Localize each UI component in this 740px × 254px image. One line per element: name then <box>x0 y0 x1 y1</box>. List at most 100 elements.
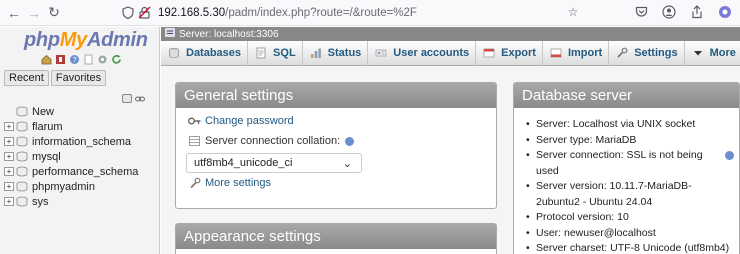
tab-label: Settings <box>634 47 678 59</box>
collapse-all-icon[interactable] <box>122 93 132 103</box>
bullet: • <box>526 118 530 130</box>
wrench-icon <box>188 177 201 189</box>
tree-item-label[interactable]: sys <box>32 196 49 208</box>
database-icon <box>16 151 28 162</box>
expand-icon[interactable]: + <box>4 167 14 176</box>
tree-item-label[interactable]: information_schema <box>32 136 131 148</box>
collation-label: Server connection collation: <box>205 135 341 147</box>
list-item: • Server connection: SSL is not being use… <box>526 148 734 179</box>
tree-item-database[interactable]: + sys <box>4 194 138 209</box>
database-icon <box>16 136 28 147</box>
bullet: • <box>526 149 530 161</box>
tree-item-label[interactable]: phpmyadmin <box>32 181 95 193</box>
user-accounts-icon <box>374 46 388 60</box>
tree-item-label[interactable]: performance_schema <box>32 166 138 178</box>
server-info-text: Server charset: UTF-8 Unicode (utf8mb4) <box>536 242 730 254</box>
favorites-tab[interactable]: Favorites <box>50 70 107 86</box>
bullet: • <box>526 226 530 239</box>
expand-icon[interactable]: + <box>4 197 14 206</box>
sql-docs-icon[interactable] <box>82 53 94 65</box>
logo-admin: Admin <box>86 29 148 51</box>
top-menu-tabs: Databases SQL Status User accounts Expor… <box>161 40 740 66</box>
sql-icon <box>254 46 268 60</box>
more-settings-link[interactable]: More settings <box>188 177 271 189</box>
forward-arrow-icon[interactable]: → <box>24 3 44 23</box>
reload-navigation-icon[interactable] <box>110 53 122 65</box>
home-icon[interactable] <box>40 53 52 65</box>
server-label[interactable]: Server: localhost:3306 <box>179 29 279 40</box>
tab-settings[interactable]: Settings <box>609 40 685 66</box>
reload-icon[interactable]: ↻ <box>44 3 64 23</box>
database-icon <box>16 121 28 132</box>
chevron-down-icon: ⌄ <box>342 158 352 170</box>
general-settings-panel: General settings Change password Server … <box>175 82 497 209</box>
expand-icon[interactable]: + <box>4 122 14 131</box>
shield-icon[interactable] <box>120 5 136 21</box>
url-path: /padm/index.php?route=/&route=%2F <box>225 6 417 19</box>
tab-label: SQL <box>273 47 296 59</box>
server-info-list: • Server: Localhost via UNIX socket • Serv… <box>526 117 734 254</box>
database-icon <box>16 181 28 192</box>
more-settings-label[interactable]: More settings <box>205 177 271 189</box>
logout-icon[interactable] <box>54 53 66 65</box>
bullet: • <box>526 133 530 146</box>
more-icon <box>691 46 705 60</box>
tree-item-label[interactable]: New <box>32 106 54 118</box>
tree-item-database[interactable]: + performance_schema <box>4 164 138 179</box>
tab-more[interactable]: More <box>685 41 740 66</box>
collation-value: utf8mb4_unicode_ci <box>194 157 293 169</box>
server-icon <box>165 28 175 40</box>
list-item: • Server type: MariaDB <box>526 133 734 149</box>
phpmyadmin-logo[interactable]: phpMyAdmin <box>24 29 148 52</box>
tab-import[interactable]: Import <box>543 40 610 66</box>
share-icon[interactable] <box>688 3 706 21</box>
tree-item-database[interactable]: + flarum <box>4 119 138 134</box>
tree-controls <box>122 91 145 105</box>
database-tree: New + flarum + information_schema + mysq… <box>4 104 138 209</box>
recent-tab[interactable]: Recent <box>4 70 49 86</box>
tab-user-accounts[interactable]: User accounts <box>368 40 477 66</box>
list-item: • Server: Localhost via UNIX socket <box>526 117 734 133</box>
bullet: • <box>526 211 530 223</box>
extension-icon[interactable] <box>716 3 734 21</box>
tree-item-database[interactable]: + phpmyadmin <box>4 179 138 194</box>
navigation-panel: phpMyAdmin ? Recent Favorites New + flar… <box>0 27 160 254</box>
quick-links: ? <box>40 53 122 65</box>
address-bar[interactable]: 192.168.5.30/padm/index.php?route=/&rout… <box>120 3 590 23</box>
list-item: • User: newuser@localhost <box>526 226 734 242</box>
tree-item-database[interactable]: + mysql <box>4 149 138 164</box>
change-password-label[interactable]: Change password <box>205 115 294 127</box>
url-text[interactable]: 192.168.5.30/padm/index.php?route=/&rout… <box>158 7 417 19</box>
insecure-lock-icon[interactable] <box>136 5 152 21</box>
list-item: • Server version: 10.11.7-MariaDB-2ubuntu… <box>526 179 734 210</box>
link-with-main-icon[interactable] <box>135 91 145 105</box>
svg-text:?: ? <box>72 57 76 64</box>
expand-icon[interactable]: + <box>4 152 14 161</box>
tab-export[interactable]: Export <box>476 40 543 66</box>
tree-item-new[interactable]: New <box>4 104 138 119</box>
bullet: • <box>526 180 530 192</box>
back-arrow-icon[interactable]: ← <box>4 3 24 23</box>
tab-status[interactable]: Status <box>303 40 369 66</box>
tree-item-label[interactable]: mysql <box>32 151 61 163</box>
bullet: • <box>526 242 530 254</box>
expand-icon[interactable]: + <box>4 137 14 146</box>
tab-sql[interactable]: SQL <box>248 40 303 66</box>
help-icon[interactable] <box>345 136 355 146</box>
expand-icon[interactable]: + <box>4 182 14 191</box>
url-host: 192.168.5.30 <box>158 6 226 19</box>
tree-item-database[interactable]: + information_schema <box>4 134 138 149</box>
bookmark-star-icon[interactable]: ☆ <box>564 3 582 21</box>
tab-label: Databases <box>186 47 242 59</box>
collation-select[interactable]: utf8mb4_unicode_ci ⌄ <box>186 153 362 173</box>
tab-databases[interactable]: Databases <box>161 40 249 66</box>
tree-item-label[interactable]: flarum <box>32 121 63 133</box>
change-password-link[interactable]: Change password <box>188 115 294 127</box>
pocket-icon[interactable] <box>632 3 650 21</box>
account-icon[interactable] <box>660 3 678 21</box>
export-icon <box>482 46 496 60</box>
help-icon[interactable] <box>725 151 734 160</box>
server-breadcrumb: Server: localhost:3306 <box>161 27 740 41</box>
navigation-settings-icon[interactable] <box>96 53 108 65</box>
docs-icon[interactable]: ? <box>68 53 80 65</box>
